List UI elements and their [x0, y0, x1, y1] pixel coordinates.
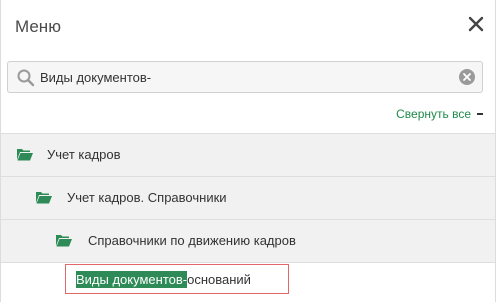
collapse-all-label: Свернуть все: [396, 107, 471, 121]
tree-leaf-label-rest: оснований: [187, 272, 251, 287]
menu-title: Меню: [15, 17, 61, 36]
search-icon: [17, 69, 35, 87]
search-box: [7, 61, 483, 93]
clear-icon[interactable]: [458, 68, 476, 86]
folder-open-icon: [56, 235, 72, 247]
folder-open-icon: [17, 149, 33, 161]
tree-node-label: Учет кадров. Справочники: [67, 190, 227, 205]
search-match-highlight: Виды документов-: [76, 271, 188, 288]
folder-open-icon: [36, 192, 52, 204]
tree-node-label: Учет кадров: [47, 147, 121, 162]
menu-header: Меню: [1, 0, 495, 54]
collapse-all-button[interactable]: Свернуть все: [396, 107, 483, 121]
tree-leaf-label: Виды документов-оснований: [76, 271, 251, 288]
tree-leaf-vidy-dokumentov[interactable]: Виды документов-оснований: [65, 264, 289, 294]
tree-node-label: Справочники по движению кадров: [88, 233, 296, 248]
minus-icon: [477, 113, 483, 115]
menu-panel: Меню Свернуть все Учет кадров Учет ка: [0, 0, 496, 302]
search-input[interactable]: [40, 62, 450, 92]
tree-node-uchet-kadrov[interactable]: Учет кадров: [1, 133, 495, 176]
tree-node-dvizhenie-kadrov[interactable]: Справочники по движению кадров: [1, 219, 495, 263]
close-icon[interactable]: [467, 15, 485, 33]
tree-node-spravochniki[interactable]: Учет кадров. Справочники: [1, 176, 495, 219]
